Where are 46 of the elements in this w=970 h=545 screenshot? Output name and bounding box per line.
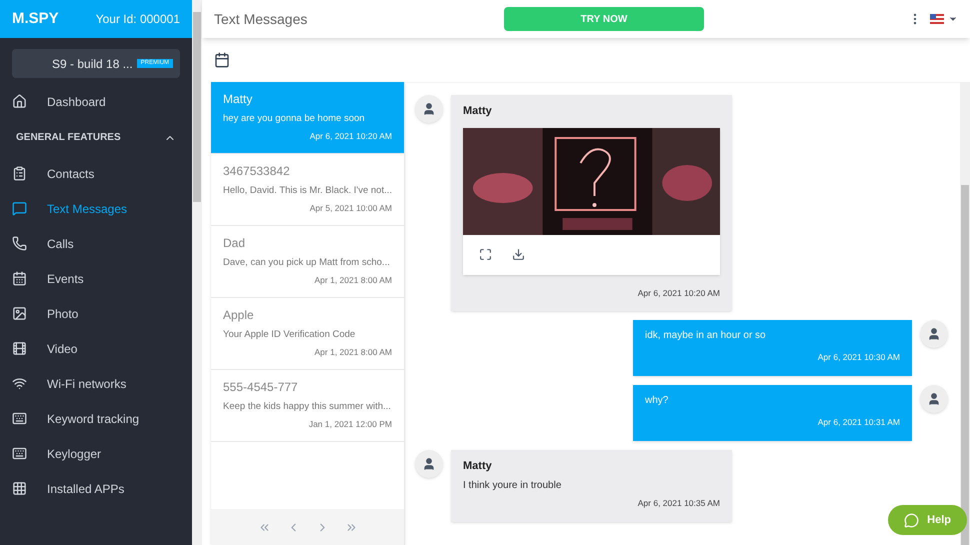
page-title: Text Messages [214, 10, 308, 29]
user-id: Your Id: 000001 [96, 11, 180, 28]
flag-icon [930, 14, 944, 24]
home-icon [12, 94, 27, 109]
sidebar-item[interactable]: Keylogger [0, 436, 192, 471]
sidebar-item[interactable]: Wi-Fi networks [0, 366, 192, 401]
sidebar-item[interactable]: Calls [0, 226, 192, 261]
keyboard-icon [12, 446, 27, 461]
avatar-icon [920, 385, 948, 413]
device-name: S9 - build 18 ... [52, 56, 133, 72]
conversation-item[interactable]: Dad Dave, can you pick up Matt from scho... Apr 1, 2021 8:00 AM [211, 226, 404, 298]
conversation-item[interactable]: Apple Your Apple ID Verification Code Apr 1, 2021 8:00 AM [211, 298, 404, 370]
avatar-icon [415, 450, 443, 478]
download-icon[interactable] [512, 248, 525, 261]
scrollbar-thumb[interactable] [193, 12, 201, 202]
clipboard-icon [12, 166, 27, 181]
conversation-item[interactable]: 3467533842 Hello, David. This is Mr. Black. I've not... Apr 5, 2021 10:00 AM [211, 154, 404, 226]
logo: M.SPY [12, 8, 59, 29]
phone-icon [12, 236, 27, 251]
message-bubble: why? Apr 6, 2021 10:31 AM [633, 385, 912, 441]
avatar-icon [415, 95, 443, 123]
chat-bubble-icon [904, 512, 920, 528]
sidebar-item[interactable]: Events [0, 261, 192, 296]
sidebar-item[interactable]: Text Messages [0, 191, 192, 226]
message-bubble: Matty I think youre in trouble Apr 6, 2021 10:35 AM [451, 450, 732, 522]
film-icon [12, 341, 27, 356]
sidebar-item[interactable]: Contacts [0, 156, 192, 191]
image-icon [12, 306, 27, 321]
sidebar-item[interactable]: Dashboard [0, 84, 192, 119]
message-bubble: Matty Apr 6, 2021 10:20 AM [451, 95, 732, 312]
keyboard-icon [12, 411, 27, 426]
fullscreen-icon[interactable] [479, 248, 492, 261]
calendar-icon[interactable] [214, 52, 230, 68]
calendar-icon [12, 271, 27, 286]
chat-icon [12, 201, 27, 216]
sidebar-item[interactable]: Photo [0, 296, 192, 331]
section-header[interactable]: GENERAL FEATURES [0, 119, 192, 156]
sidebar-item[interactable]: Keyword tracking [0, 401, 192, 436]
grid-icon [12, 481, 27, 496]
avatar-icon [920, 320, 948, 348]
sidebar-item[interactable]: Video [0, 331, 192, 366]
sidebar-item[interactable]: Installed APPs [0, 471, 192, 506]
scrollbar-thumb[interactable] [961, 185, 969, 545]
wifi-icon [12, 376, 27, 391]
conversation-item[interactable]: 555-4545-777 Keep the kids happy this summer with... Jan 1, 2021 12:00 PM [211, 370, 404, 442]
message-bubble: idk, maybe in an hour or so Apr 6, 2021 10:30 AM [633, 320, 912, 376]
